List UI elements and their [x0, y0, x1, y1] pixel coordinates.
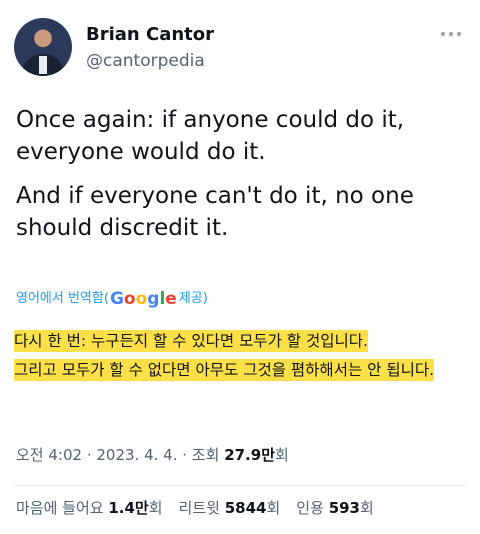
likes-label: 마음에 들어요: [16, 499, 104, 517]
author-name[interactable]: Brian Cantor: [86, 24, 214, 46]
tweet-time[interactable]: 오전 4:02: [16, 446, 82, 464]
translated-text: 다시 한 번: 누구든지 할 수 있다면 모두가 할 것입니다. 그리고 모두가…: [14, 327, 466, 385]
translated-line-1: 다시 한 번: 누구든지 할 수 있다면 모두가 할 것입니다.: [14, 330, 368, 352]
retweets-label: 리트윗: [178, 499, 220, 517]
quotes-label: 인용: [296, 499, 324, 517]
tweet-date[interactable]: 2023. 4. 4.: [96, 446, 177, 464]
views-label: 조회: [191, 446, 220, 464]
tweet-text: Once again: if anyone could do it, every…: [16, 104, 464, 244]
quotes-unit: 회: [360, 499, 374, 517]
likes-count: 1.4만: [108, 499, 149, 517]
views-count: 27.9만: [224, 446, 275, 464]
translated-line-2: 그리고 모두가 할 수 없다면 아무도 그것을 폄하해서는 안 됩니다.: [14, 359, 435, 381]
tweet-meta: 오전 4:02 · 2023. 4. 4. · 조회 27.9만회: [16, 446, 289, 464]
tweet-paragraph-1: Once again: if anyone could do it, every…: [16, 107, 405, 165]
avatar[interactable]: [14, 18, 72, 76]
translated-suffix: 제공): [178, 291, 208, 306]
tweet-paragraph-2: And if everyone can't do it, no one shou…: [16, 183, 414, 241]
views-unit: 회: [275, 446, 289, 464]
likes-unit: 회: [148, 499, 163, 517]
retweets-unit: 회: [266, 499, 281, 517]
avatar-shirt: [39, 56, 47, 74]
google-logo: Google: [109, 289, 177, 309]
more-options-icon[interactable]: [436, 24, 466, 44]
translated-prefix: 영어에서 번역함(: [16, 291, 109, 306]
tweet-header: Brian Cantor @cantorpedia: [14, 14, 466, 80]
retweets-stat[interactable]: 리트윗 5844회: [179, 497, 281, 519]
author-handle[interactable]: @cantorpedia: [86, 50, 205, 72]
engagement-stats: 마음에 들어요 1.4만회 리트윗 5844회 인용 593회: [16, 497, 374, 519]
translated-by-google[interactable]: 영어에서 번역함( Google 제공): [16, 289, 208, 309]
retweets-count: 5844: [224, 499, 267, 517]
quotes-count: 593: [328, 499, 360, 517]
quotes-stat[interactable]: 인용 593회: [296, 497, 374, 519]
divider: [14, 485, 466, 486]
likes-stat[interactable]: 마음에 들어요 1.4만회: [16, 497, 163, 519]
